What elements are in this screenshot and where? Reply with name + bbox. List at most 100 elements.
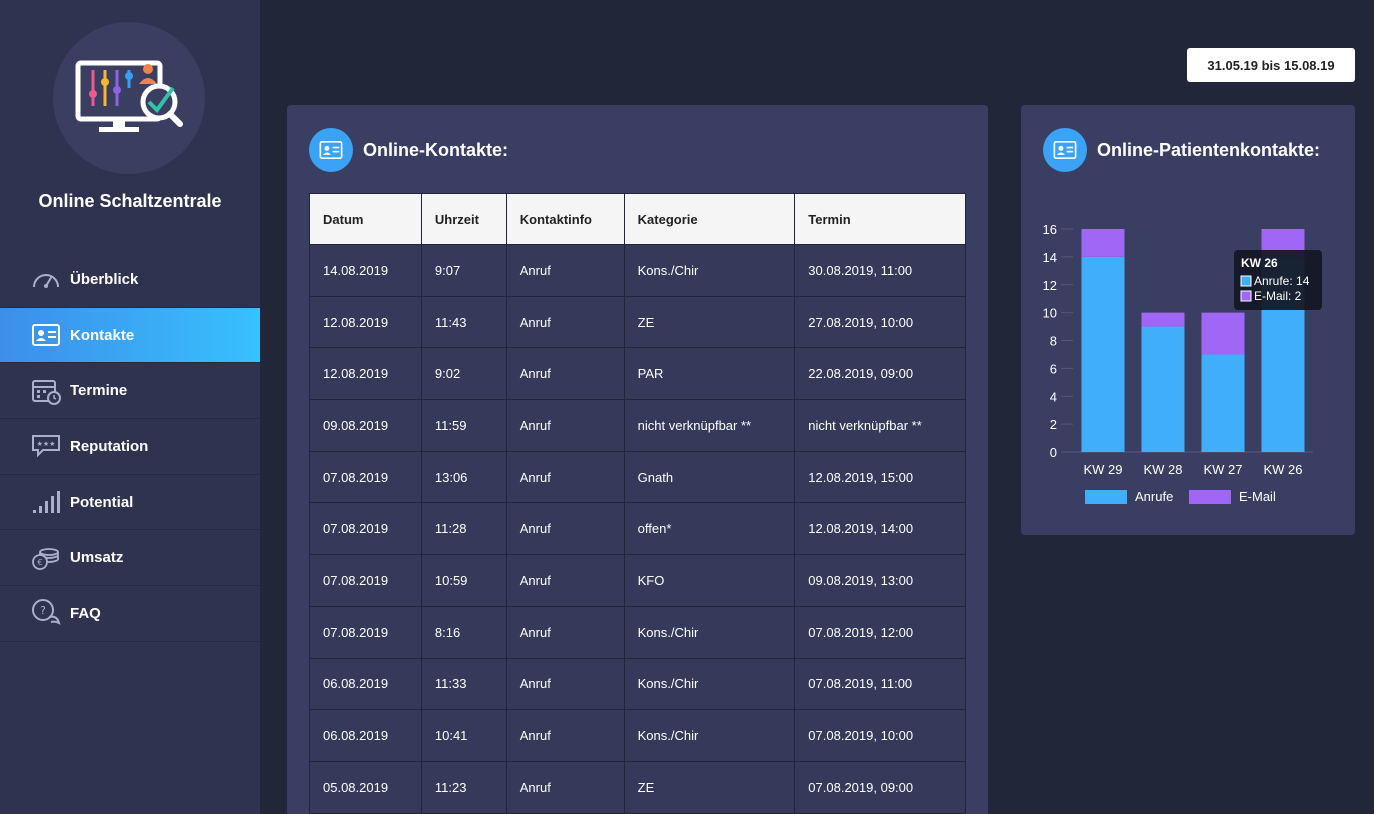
table-cell: 11:28 xyxy=(420,502,507,556)
table-row[interactable]: 05.08.2019 11:23 Anruf ZE 07.08.2019, 09:00 xyxy=(309,760,966,814)
column-header[interactable]: Datum xyxy=(309,193,422,245)
table-cell: 06.08.2019 xyxy=(309,657,422,711)
bar-segment-email xyxy=(1081,229,1125,257)
table-row[interactable]: 09.08.2019 11:59 Anruf nicht verknüpfbar **… xyxy=(309,399,966,452)
table-cell: Anruf xyxy=(505,450,625,504)
y-tick-label: 16 xyxy=(1043,222,1057,237)
table-header-row: Datum Uhrzeit Kontaktinfo Kategorie Term… xyxy=(309,193,966,245)
table-cell: 10:59 xyxy=(420,554,507,607)
table-row[interactable]: 07.08.2019 8:16 Anruf Kons./Chir 07.08.2019,… xyxy=(309,605,966,659)
sidebar-item-reputation[interactable]: ★★★ Reputation xyxy=(0,419,260,475)
table-cell: 13:06 xyxy=(420,450,507,504)
sidebar-item-kontakte[interactable]: Kontakte xyxy=(0,307,260,364)
sidebar-item-label: Termine xyxy=(70,382,128,400)
table-row[interactable]: 14.08.2019 9:07 Anruf Kons./Chir 30.08.2019,… xyxy=(309,244,966,297)
column-header[interactable]: Termin xyxy=(794,193,966,245)
panel-title: Online-Patientenkontakte: xyxy=(1097,139,1321,160)
table-cell: Kons./Chir xyxy=(623,244,796,297)
sidebar: Online Schaltzentrale Überblick Kontakte… xyxy=(0,0,260,814)
table-cell: Anruf xyxy=(505,399,625,452)
signal-bars-icon xyxy=(30,488,62,516)
table-cell: 8:16 xyxy=(420,605,507,659)
table-cell: Anruf xyxy=(505,244,625,297)
sidebar-item-label: FAQ xyxy=(70,604,101,622)
monitor-magnifier-icon xyxy=(75,60,183,132)
table-row[interactable]: 07.08.2019 13:06 Anruf Gnath 12.08.2019, 15:… xyxy=(309,450,966,504)
table-row[interactable]: 12.08.2019 11:43 Anruf ZE 27.08.2019, 10:00 xyxy=(309,295,966,349)
review-bubble-icon: ★★★ xyxy=(30,432,62,460)
table-cell: 11:43 xyxy=(420,295,507,349)
svg-text:★★★: ★★★ xyxy=(37,440,56,448)
table-cell: 07.08.2019, 11:00 xyxy=(794,657,966,711)
question-bubble-icon: ? xyxy=(30,599,62,627)
sidebar-item-termine[interactable]: Termine xyxy=(0,363,260,420)
table-cell: 27.08.2019, 10:00 xyxy=(794,295,966,349)
table-cell: Anruf xyxy=(505,760,625,814)
speedometer-icon xyxy=(30,265,62,293)
logo xyxy=(53,22,205,174)
y-tick-label: 2 xyxy=(1050,417,1057,432)
date-range-picker[interactable]: 31.05.19 bis 15.08.19 xyxy=(1187,48,1355,82)
table-cell: Anruf xyxy=(505,657,625,711)
column-header[interactable]: Kontaktinfo xyxy=(505,193,625,245)
legend-label: Anrufe xyxy=(1135,489,1173,504)
legend-swatch xyxy=(1189,490,1231,504)
table-cell: 9:02 xyxy=(420,347,507,401)
table-cell: Kons./Chir xyxy=(623,709,796,762)
table-cell: 05.08.2019 xyxy=(309,760,422,814)
sidebar-item-potential[interactable]: Potential xyxy=(0,475,260,531)
table-cell: 07.08.2019 xyxy=(309,450,422,504)
online-contacts-panel: Online-Kontakte: Datum Uhrzeit Kontaktin… xyxy=(287,105,988,814)
contact-card-icon xyxy=(30,321,62,349)
sidebar-item-faq[interactable]: ? FAQ xyxy=(0,586,260,642)
coins-icon: € xyxy=(30,544,62,572)
table-cell: 07.08.2019, 10:00 xyxy=(794,709,966,762)
x-tick-label: KW 29 xyxy=(1083,462,1122,477)
table-cell: Anruf xyxy=(505,295,625,349)
app-title: Online Schaltzentrale xyxy=(38,191,222,211)
table-row[interactable]: 12.08.2019 9:02 Anruf PAR 22.08.2019, 09:00 xyxy=(309,347,966,401)
table-cell: 11:23 xyxy=(420,760,507,814)
contact-card-icon xyxy=(309,128,353,172)
y-tick-label: 0 xyxy=(1050,445,1057,460)
contact-card-icon xyxy=(1043,128,1087,172)
sidebar-item-ueberblick[interactable]: Überblick xyxy=(0,252,260,308)
table-cell: 07.08.2019 xyxy=(309,605,422,659)
x-tick-label: KW 27 xyxy=(1203,462,1242,477)
table-cell: 22.08.2019, 09:00 xyxy=(794,347,966,401)
tooltip-swatch xyxy=(1240,290,1252,302)
table-cell: 11:33 xyxy=(420,657,507,711)
patient-contacts-chart: 0 2 4 6 8 10 12 14 16 KW 29 KW 28 KW 27 KW 26 Anrufe E… xyxy=(1043,222,1322,504)
table-row[interactable]: 06.08.2019 10:41 Anruf Kons./Chir 07.08.2019… xyxy=(309,709,966,762)
tooltip-line: E-Mail: 2 xyxy=(1254,289,1302,303)
tooltip-title: KW 26 xyxy=(1241,256,1278,270)
table-cell: offen* xyxy=(623,502,796,556)
column-header[interactable]: Kategorie xyxy=(623,193,796,245)
tooltip-line: Anrufe: 14 xyxy=(1254,274,1310,288)
table-cell: Anruf xyxy=(505,605,625,659)
table-cell: Anruf xyxy=(505,502,625,556)
table-row[interactable]: 07.08.2019 10:59 Anruf KFO 09.08.2019, 13:00 xyxy=(309,554,966,607)
y-tick-label: 4 xyxy=(1050,389,1057,404)
calendar-icon xyxy=(30,377,62,405)
bar-segment-email xyxy=(1201,312,1245,355)
sidebar-item-label: Kontakte xyxy=(70,326,135,344)
sidebar-item-label: Überblick xyxy=(70,270,139,288)
sidebar-item-umsatz[interactable]: € Umsatz xyxy=(0,530,260,587)
table-cell: 09.08.2019, 13:00 xyxy=(794,554,966,607)
sidebar-item-label: Potential xyxy=(70,493,134,511)
table-cell: 06.08.2019 xyxy=(309,709,422,762)
table-cell: ZE xyxy=(623,760,796,814)
column-header[interactable]: Uhrzeit xyxy=(420,193,507,245)
table-cell: Gnath xyxy=(623,450,796,504)
table-cell: nicht verknüpfbar ** xyxy=(623,399,796,452)
table-row[interactable]: 07.08.2019 11:28 Anruf offen* 12.08.2019, 14… xyxy=(309,502,966,556)
svg-text:€: € xyxy=(37,558,42,567)
table-cell: 12.08.2019 xyxy=(309,295,422,349)
panel-title: Online-Kontakte: xyxy=(363,139,509,160)
bar-segment-email xyxy=(1141,312,1185,327)
x-tick-label: KW 28 xyxy=(1143,462,1182,477)
table-row[interactable]: 06.08.2019 11:33 Anruf Kons./Chir 07.08.2019… xyxy=(309,657,966,711)
sidebar-nav: Überblick Kontakte Termine ★★★ Reputatio… xyxy=(0,252,260,642)
table-cell: Anruf xyxy=(505,709,625,762)
